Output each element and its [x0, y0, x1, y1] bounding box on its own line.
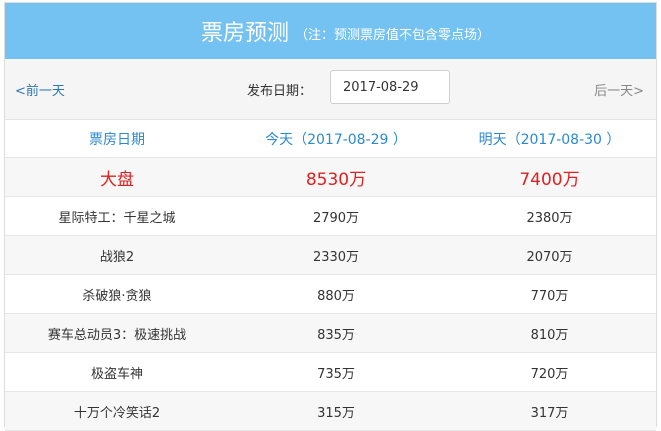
movie-name: 星际特工：千星之城 — [5, 196, 229, 236]
total-row: 大盘 8530万 7400万 — [5, 157, 656, 197]
movie-tomorrow: 810万 — [443, 313, 656, 353]
movie-tomorrow: 317万 — [443, 391, 656, 431]
movie-today: 835万 — [229, 313, 443, 353]
movie-tomorrow: 2380万 — [443, 196, 656, 236]
total-name: 大盘 — [5, 157, 229, 197]
next-day-link[interactable]: 后一天> — [594, 80, 644, 99]
movie-name: 杀破狼·贪狼 — [5, 274, 229, 314]
publish-date-input[interactable] — [330, 70, 450, 104]
table-row: 十万个冷笑话2 315万 317万 — [5, 391, 656, 431]
forecast-note: （注：预测票房值不包含零点场） — [295, 27, 491, 43]
table-row: 星际特工：千星之城 2790万 2380万 — [5, 196, 656, 236]
date-navigation-bar: <前一天 发布日期： 后一天> — [5, 59, 656, 120]
table-row: 赛车总动员3：极速挑战 835万 810万 — [5, 313, 656, 353]
publish-date-label: 发布日期： — [247, 84, 313, 99]
forecast-title: 票房预测 — [200, 21, 289, 46]
movie-name: 战狼2 — [5, 235, 229, 275]
forecast-table: 票房日期 今天（2017-08-29 ） 明天（2017-08-30 ） 大盘 … — [5, 120, 656, 431]
movie-today: 735万 — [229, 352, 443, 392]
column-header-date: 票房日期 — [5, 120, 229, 158]
movie-today: 880万 — [229, 274, 443, 314]
movie-tomorrow: 2070万 — [443, 235, 656, 275]
movie-today: 2790万 — [229, 196, 443, 236]
movie-today: 315万 — [229, 391, 443, 431]
total-tomorrow: 7400万 — [443, 157, 656, 197]
table-header-row: 票房日期 今天（2017-08-29 ） 明天（2017-08-30 ） — [5, 120, 656, 158]
movie-name: 十万个冷笑话2 — [5, 391, 229, 431]
table-row: 战狼2 2330万 2070万 — [5, 235, 656, 275]
movie-name: 赛车总动员3：极速挑战 — [5, 313, 229, 353]
table-row: 杀破狼·贪狼 880万 770万 — [5, 274, 656, 314]
total-today: 8530万 — [229, 157, 443, 197]
forecast-header: 票房预测 （注：预测票房值不包含零点场） — [5, 3, 656, 59]
previous-day-link[interactable]: <前一天 — [15, 80, 65, 99]
box-office-forecast-widget: 票房预测 （注：预测票房值不包含零点场） <前一天 发布日期： 后一天> 票房日… — [4, 2, 657, 431]
movie-today: 2330万 — [229, 235, 443, 275]
column-header-today: 今天（2017-08-29 ） — [229, 120, 443, 158]
movie-name: 极盗车神 — [5, 352, 229, 392]
column-header-tomorrow: 明天（2017-08-30 ） — [443, 120, 656, 158]
table-row: 极盗车神 735万 720万 — [5, 352, 656, 392]
movie-tomorrow: 720万 — [443, 352, 656, 392]
movie-tomorrow: 770万 — [443, 274, 656, 314]
